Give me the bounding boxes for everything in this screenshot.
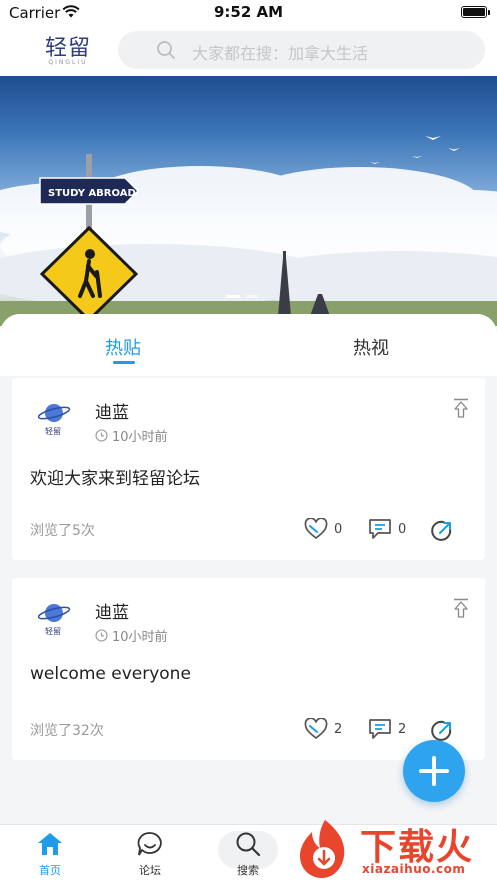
like-button[interactable]: 0 <box>304 518 342 540</box>
banner-sign-text: STUDY ABROAD <box>48 188 136 199</box>
post-card[interactable]: 轻留 迪蓝 10小时前 欢迎大家来到轻留论坛 浏览了5次 0 0 <box>12 378 485 560</box>
post-time: 10小时前 <box>95 626 168 645</box>
like-count: 0 <box>334 521 343 537</box>
top-header: 轻留 QINGLIU 大家都在搜：加拿大生活 <box>0 24 497 76</box>
nav-home[interactable]: 首页 <box>20 831 80 878</box>
post-title[interactable]: welcome everyone <box>30 664 191 684</box>
watermark-logo: 下载火 xiazaihuo.com <box>290 816 497 883</box>
share-icon[interactable] <box>430 519 454 543</box>
like-count: 2 <box>334 721 343 737</box>
app-logo[interactable]: 轻留 QINGLIU <box>40 30 96 66</box>
post-title[interactable]: 欢迎大家来到轻留论坛 <box>30 464 200 489</box>
indicator-dot-active <box>226 295 240 298</box>
forum-icon <box>137 832 162 856</box>
new-post-button[interactable] <box>403 740 465 802</box>
banner-indicator <box>226 295 259 298</box>
author-name[interactable]: 迪蓝 <box>95 398 129 423</box>
search-icon <box>236 832 261 857</box>
svg-text:轻留: 轻留 <box>45 626 61 636</box>
heart-icon <box>304 718 328 740</box>
heart-icon <box>304 518 328 540</box>
flame-icon <box>300 820 345 878</box>
battery-icon <box>461 6 490 18</box>
comment-icon <box>369 719 391 739</box>
comment-icon <box>369 519 391 539</box>
nav-forum[interactable]: 论坛 <box>120 831 180 878</box>
nav-search[interactable]: 搜索 <box>218 831 278 877</box>
comment-count: 0 <box>398 521 407 537</box>
svg-text:轻留: 轻留 <box>45 426 61 436</box>
view-count: 浏览了32次 <box>30 723 104 739</box>
search-placeholder: 大家都在搜：加拿大生活 <box>192 44 369 63</box>
home-icon <box>38 833 62 855</box>
avatar[interactable]: 轻留 <box>34 598 74 638</box>
watermark-url: xiazaihuo.com <box>362 862 466 876</box>
search-bar[interactable]: 大家都在搜：加拿大生活 <box>118 31 485 69</box>
banner-image: STUDY ABROAD <box>0 136 497 326</box>
pin-top-icon[interactable] <box>453 598 469 618</box>
clock: 9:52 AM <box>213 3 284 21</box>
status-bar: Carrier 9:52 AM <box>0 0 497 24</box>
search-icon <box>157 41 175 59</box>
banner-carousel[interactable]: STUDY ABROAD <box>0 76 497 326</box>
tab-hot-posts[interactable]: 热贴 <box>105 334 141 360</box>
indicator-dot <box>245 295 259 298</box>
post-time: 10小时前 <box>95 426 168 445</box>
clock-icon <box>95 429 108 442</box>
view-count: 浏览了5次 <box>30 523 95 539</box>
tab-bar: 热贴 热视 <box>0 314 497 376</box>
like-button[interactable]: 2 <box>304 718 342 740</box>
tab-hot-videos[interactable]: 热视 <box>353 334 389 360</box>
clock-icon <box>95 629 108 642</box>
author-name[interactable]: 迪蓝 <box>95 598 129 623</box>
comment-button[interactable]: 2 <box>368 718 406 740</box>
post-card[interactable]: 轻留 迪蓝 10小时前 welcome everyone 浏览了32次 2 2 <box>12 578 485 760</box>
comment-button[interactable]: 0 <box>368 518 406 540</box>
avatar[interactable]: 轻留 <box>34 398 74 438</box>
pin-top-icon[interactable] <box>453 398 469 418</box>
tab-indicator <box>113 361 135 364</box>
comment-count: 2 <box>398 721 407 737</box>
